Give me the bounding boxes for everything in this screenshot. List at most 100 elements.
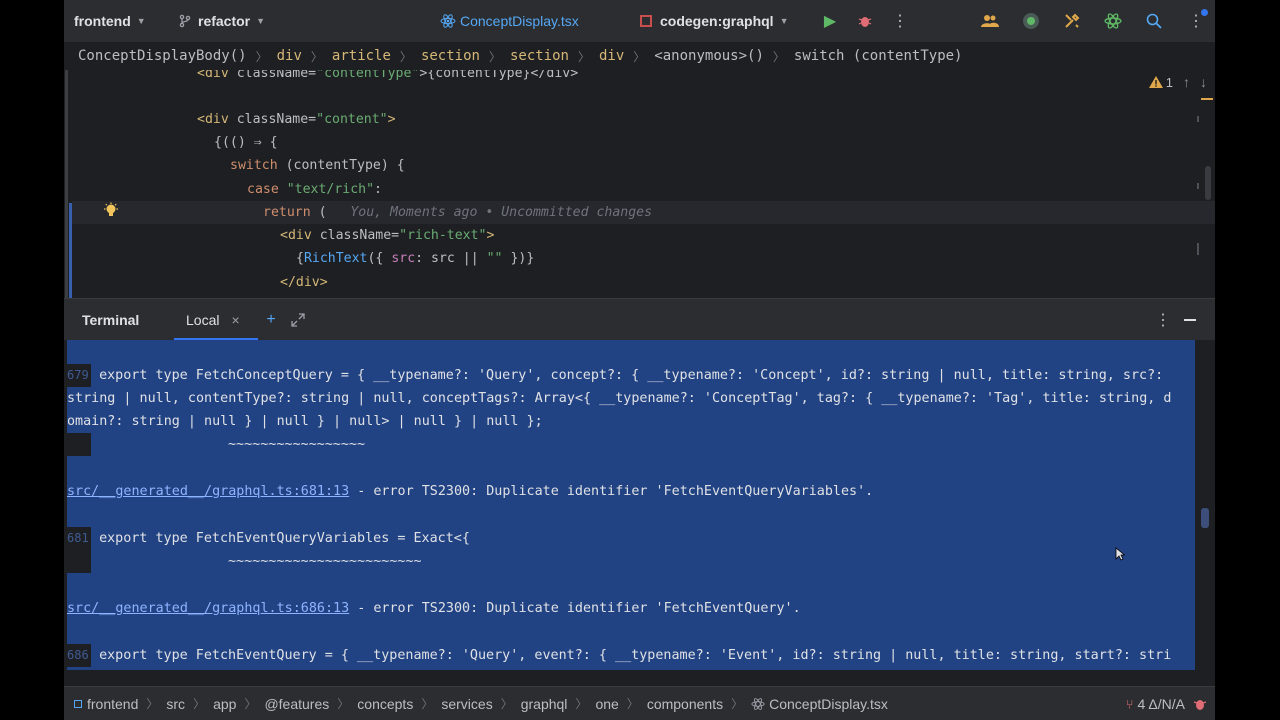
path-separator: 〉 <box>193 697 206 711</box>
path-item[interactable]: concepts <box>357 696 413 712</box>
build-tools-icon[interactable] <box>1060 9 1084 33</box>
path-item[interactable]: graphql <box>521 696 568 712</box>
breadcrumb-item[interactable]: <anonymous>() <box>654 48 764 64</box>
branch-name: refactor <box>198 13 251 29</box>
path-item[interactable]: one <box>595 696 618 712</box>
tab-label: Local <box>186 312 220 328</box>
breadcrumb-separator: 〉 <box>772 49 785 64</box>
minimize-icon[interactable] <box>1178 308 1202 332</box>
path-separator: 〉 <box>626 697 639 711</box>
navigation-path: frontend 〉 src 〉 app 〉 @features 〉 conce… <box>64 695 888 712</box>
terminal-line: string | null, contentType?: string | nu… <box>67 391 1172 406</box>
warning-count: 1 <box>1165 74 1173 90</box>
search-icon[interactable] <box>1142 9 1166 33</box>
error-line: src/__generated__/graphql.ts:686:13 - er… <box>67 601 801 616</box>
terminal-line: omain?: string | null } | null } | null>… <box>67 414 543 429</box>
breadcrumb-item[interactable]: section <box>421 48 480 64</box>
scroll-marker <box>1197 116 1199 122</box>
path-item[interactable]: components <box>647 696 723 712</box>
git-branch-icon: ⑂ <box>1125 696 1134 712</box>
breadcrumb-item[interactable]: article <box>332 48 391 64</box>
git-branch-icon <box>179 14 191 28</box>
code-line: <div className="rich-text"> <box>280 228 495 243</box>
breadcrumb-separator: 〉 <box>577 49 590 64</box>
arrow-down-icon[interactable]: ↓ <box>1200 74 1207 90</box>
code-line: case "text/rich": <box>247 182 382 197</box>
ai-assistant-icon[interactable] <box>1019 9 1043 33</box>
terminal-line: 686 export type FetchEventQuery = { __ty… <box>67 644 1171 667</box>
code-line: </div> <box>280 275 328 290</box>
terminal-header: Terminal Local × + ⋮ <box>64 298 1215 341</box>
path-item[interactable]: src <box>166 696 185 712</box>
expand-icon[interactable] <box>286 308 310 332</box>
code-with-me-icon[interactable] <box>978 9 1002 33</box>
notifications-icon[interactable]: ⋮ <box>1184 9 1208 33</box>
chevron-down-icon: ▼ <box>779 16 789 26</box>
npm-icon <box>640 15 652 27</box>
branch-switcher[interactable]: refactor ▼ <box>178 0 265 42</box>
path-separator: 〉 <box>731 697 744 711</box>
arrow-up-icon[interactable]: ↑ <box>1183 74 1190 90</box>
error-file-link[interactable]: src/__generated__/graphql.ts:686:13 <box>67 601 349 616</box>
status-widgets: ⑂ 4 Δ/N/A <box>1126 687 1215 720</box>
title-bar: frontend ▼ refactor ▼ ConceptDisplay.tsx <box>64 0 1215 42</box>
breadcrumb-item[interactable]: ConceptDisplayBody() <box>78 48 247 64</box>
project-name: frontend <box>74 13 131 29</box>
debug-icon[interactable] <box>853 9 877 33</box>
run-config-selector[interactable]: codegen:graphql ▼ <box>640 0 788 42</box>
error-file-link[interactable]: src/__generated__/graphql.ts:681:13 <box>67 484 349 499</box>
terminal-line: ~~~~~~~~~~~~~~~~~ <box>99 437 366 452</box>
git-info: 4 Δ/N/A <box>1137 696 1185 712</box>
breadcrumb-item[interactable]: section <box>510 48 569 64</box>
breadcrumb-item[interactable]: switch (contentType) <box>794 48 963 64</box>
close-icon[interactable]: × <box>231 312 239 328</box>
react-devtools-icon[interactable] <box>1101 9 1125 33</box>
terminal-line: 681 export type FetchEventQueryVariables… <box>67 527 470 550</box>
terminal-scrollbar[interactable] <box>1201 508 1209 528</box>
terminal-line: ~~~~~~~~~~~~~~~~~~~~~~~~ <box>99 554 422 569</box>
bug-icon[interactable] <box>1193 697 1207 711</box>
breadcrumb-separator: 〉 <box>488 49 501 64</box>
path-separator: 〉 <box>337 697 350 711</box>
react-icon <box>751 697 765 710</box>
breadcrumb-separator: 〉 <box>310 49 323 64</box>
path-item[interactable]: app <box>213 696 236 712</box>
path-separator: 〉 <box>244 697 257 711</box>
code-line: {RichText({ src: src || "" })} <box>296 251 535 266</box>
ide-window: frontend ▼ refactor ▼ ConceptDisplay.tsx <box>64 0 1215 720</box>
tab-local[interactable]: Local × <box>174 299 258 341</box>
path-item[interactable]: @features <box>264 696 329 712</box>
more-vertical-icon[interactable]: ⋮ <box>888 9 912 33</box>
path-item-file[interactable]: ConceptDisplay.tsx <box>769 696 888 712</box>
vcs-change-marker[interactable] <box>69 203 72 298</box>
path-separator: 〉 <box>500 697 513 711</box>
run-icon[interactable]: ▶ <box>818 9 842 33</box>
scroll-marker <box>1197 243 1199 255</box>
code-line: {(() ⇒ { <box>214 135 278 150</box>
editor-scrollbar[interactable] <box>1205 166 1211 200</box>
git-blame-inlay: You, Moments ago • Uncommitted changes <box>350 205 653 220</box>
code-editor[interactable]: <div className="contentType">{contentTyp… <box>64 70 1215 298</box>
terminal-output[interactable]: 679 export type FetchConceptQuery = { __… <box>64 340 1215 670</box>
breadcrumb: ConceptDisplayBody() 〉 div 〉 article 〉 s… <box>64 42 1215 70</box>
code-line: switch (contentType) { <box>230 158 405 173</box>
more-vertical-icon[interactable]: ⋮ <box>1151 308 1175 332</box>
lightbulb-icon[interactable] <box>102 202 120 220</box>
status-bar: frontend 〉 src 〉 app 〉 @features 〉 conce… <box>64 686 1215 720</box>
inspection-widget[interactable]: 1 ↑ ↓ <box>1148 74 1207 90</box>
git-status[interactable]: ⑂ 4 Δ/N/A <box>1126 696 1185 712</box>
file-tab[interactable]: ConceptDisplay.tsx <box>440 0 579 42</box>
warning-icon <box>1148 76 1163 88</box>
project-switcher[interactable]: frontend ▼ <box>74 0 146 42</box>
breadcrumb-item[interactable]: div <box>599 48 624 64</box>
warning-marker <box>1201 98 1213 100</box>
path-item[interactable]: frontend <box>87 696 138 712</box>
path-separator: 〉 <box>421 697 434 711</box>
scroll-marker <box>1197 183 1199 189</box>
react-icon <box>440 14 456 28</box>
plus-icon[interactable]: + <box>259 308 283 332</box>
breadcrumb-item[interactable]: div <box>277 48 302 64</box>
code-line: <div className="contentType">{contentTyp… <box>197 70 579 81</box>
gutter-cell <box>67 550 91 573</box>
path-item[interactable]: services <box>441 696 492 712</box>
